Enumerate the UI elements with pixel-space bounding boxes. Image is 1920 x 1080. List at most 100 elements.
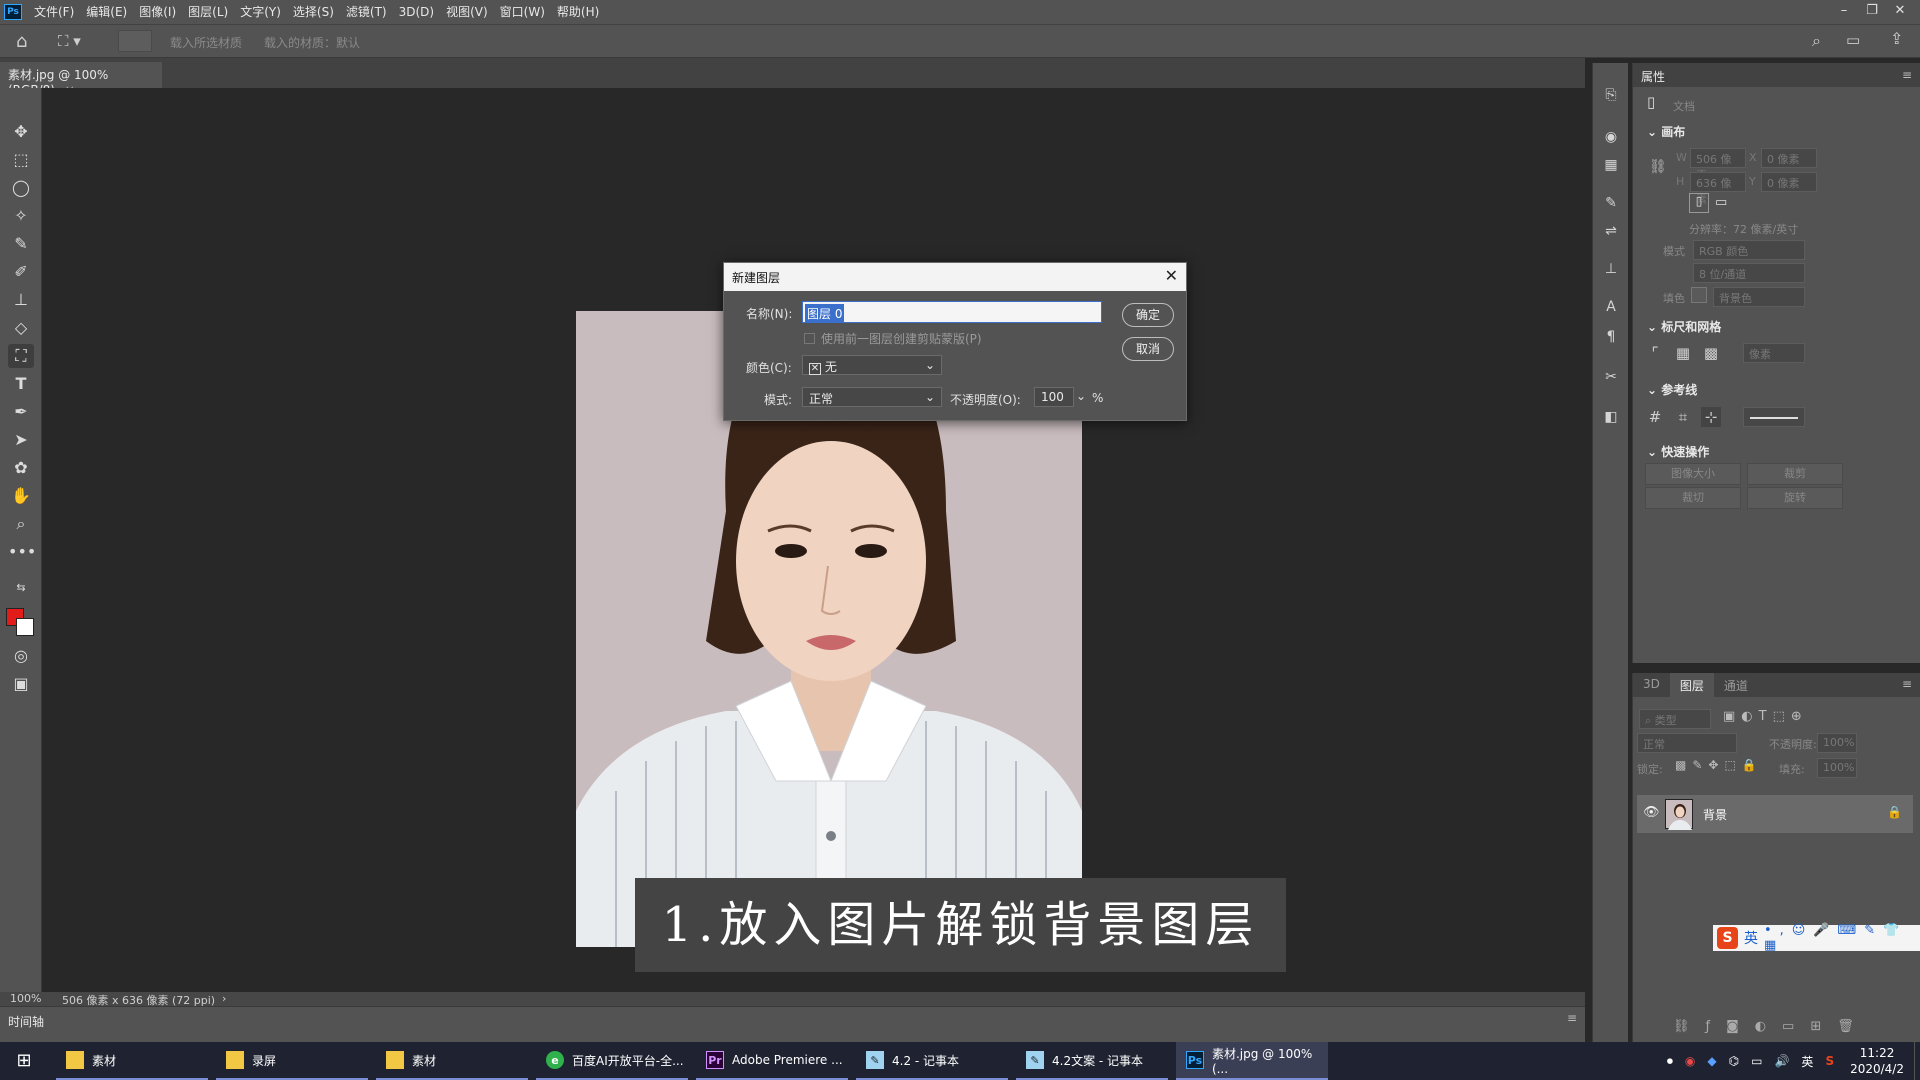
crop-button[interactable]: 裁剪 (1747, 463, 1843, 485)
restore-icon[interactable]: ❐ (1858, 0, 1886, 24)
tab-channels[interactable]: 通道 (1714, 673, 1758, 697)
landscape-orientation-icon[interactable]: ▭ (1715, 195, 1727, 210)
eraser-tool-icon[interactable]: ◇ (8, 316, 34, 340)
adjustments-icon[interactable]: ⇌ (1599, 219, 1623, 243)
layer-bottom-icons[interactable]: ⛓ƒ◙◐▭⊞🗑 (1673, 1019, 1870, 1034)
ruler-icon[interactable]: ⌜ (1645, 343, 1665, 363)
y-field[interactable]: 0 像素 (1761, 172, 1817, 192)
sogou-tray-icon[interactable]: S (1825, 1054, 1834, 1068)
lock-icons[interactable]: ▩✎✥⬚🔒 (1675, 758, 1763, 772)
trim-button[interactable]: 裁切 (1645, 487, 1741, 509)
taskbar-item-browser[interactable]: e 百度AI开放平台-全... (536, 1042, 688, 1080)
menu-3d[interactable]: 3D(D) (393, 0, 440, 24)
swap-colors-icon[interactable]: ⇆ (8, 576, 34, 600)
rotate-button[interactable]: 旋转 (1747, 487, 1843, 509)
opacity-field[interactable]: 100% (1817, 733, 1857, 753)
path-select-tool-icon[interactable]: ➤ (8, 428, 34, 452)
x-field[interactable]: 0 像素 (1761, 148, 1817, 168)
menu-view[interactable]: 视图(V) (440, 0, 494, 24)
record-icon[interactable]: ⏺ (1667, 1054, 1673, 1069)
3d-icon[interactable]: ◉ (1599, 125, 1623, 149)
taskbar-item-notepad-1[interactable]: ✎ 4.2 - 记事本 (856, 1042, 1008, 1080)
screen-mode-icon[interactable]: ▣ (8, 672, 34, 696)
menu-help[interactable]: 帮助(H) (551, 0, 605, 24)
height-field[interactable]: 636 像素 (1690, 172, 1746, 206)
quick-actions-title[interactable]: ⌄ 快速操作 (1647, 443, 1709, 460)
tools-icon[interactable]: ✂ (1599, 365, 1623, 389)
menu-type[interactable]: 文字(Y) (234, 0, 287, 24)
color-select[interactable]: ✕ 无 ⌄ (802, 355, 942, 375)
width-field[interactable]: 506 像素 (1690, 148, 1746, 182)
move-tool-icon[interactable]: ✥ (8, 120, 34, 144)
zoom-level[interactable]: 100% (10, 992, 41, 1005)
display-icon[interactable]: ▭ (1751, 1054, 1762, 1068)
tab-3d[interactable]: 3D (1633, 673, 1670, 697)
table-icon[interactable]: ▦ (1599, 153, 1623, 177)
app-tray-icon[interactable]: ◉ (1685, 1054, 1695, 1068)
menu-filter[interactable]: 滤镜(T) (340, 0, 393, 24)
taskbar-item-folder-1[interactable]: 素材 (56, 1042, 208, 1080)
ok-button[interactable]: 确定 (1122, 303, 1174, 327)
menu-layer[interactable]: 图层(L) (182, 0, 234, 24)
taskbar-item-folder-2[interactable]: 录屏 (216, 1042, 368, 1080)
zoom-tool-icon[interactable]: ⌕ (8, 512, 34, 536)
eyedropper-tool-icon[interactable]: ✎ (8, 232, 34, 256)
stamp-tool-icon[interactable]: ⊥ (8, 288, 34, 312)
guide-line-style[interactable] (1743, 407, 1805, 427)
grid-icon[interactable]: ▦ (1673, 343, 1693, 363)
material-swatch[interactable] (118, 30, 152, 52)
bit-depth-select[interactable]: 8 位/通道 (1693, 263, 1805, 283)
background-color-swatch[interactable] (16, 618, 34, 636)
hand-tool-icon[interactable]: ✋ (8, 484, 34, 508)
guides-section-title[interactable]: ⌄ 参考线 (1647, 381, 1697, 398)
timeline-label[interactable]: 时间轴 (8, 1013, 44, 1030)
layer-row-background[interactable]: 👁 背景 🔒 (1637, 795, 1913, 833)
visibility-eye-icon[interactable]: 👁 (1643, 805, 1660, 820)
shape-tool-icon[interactable]: ✿ (8, 456, 34, 480)
timeline-menu-icon[interactable]: ≡ (1567, 1011, 1577, 1025)
taskbar-item-premiere[interactable]: Pr Adobe Premiere ... (696, 1042, 848, 1080)
marquee-tool-icon[interactable]: ⬚ (8, 148, 34, 172)
home-icon[interactable]: ⌂ (16, 31, 27, 52)
layer-filter-select[interactable]: ⌕ 类型 (1639, 709, 1711, 729)
fill-swatch[interactable] (1691, 287, 1707, 303)
network-icon[interactable]: ⌬ (1729, 1054, 1739, 1068)
search-icon[interactable]: ⌕ (1812, 31, 1821, 51)
shield-icon[interactable]: ◆ (1707, 1054, 1716, 1068)
type-tool-icon[interactable]: T (8, 372, 34, 396)
layers-menu-icon[interactable]: ≡ (1894, 673, 1920, 697)
menu-edit[interactable]: 编辑(E) (80, 0, 133, 24)
clock[interactable]: 11:22 2020/4/2 (1840, 1045, 1914, 1077)
fill-select[interactable]: 背景色 (1713, 287, 1805, 307)
windows-start-icon[interactable]: ⊞ (0, 1042, 48, 1080)
properties-title[interactable]: 属性 (1641, 70, 1665, 84)
workspace-icon[interactable]: ▭ (1846, 31, 1860, 49)
pixel-grid-icon[interactable]: ▩ (1701, 343, 1721, 363)
panel-menu-icon[interactable]: ≡ (1902, 68, 1912, 82)
smart-guides-icon[interactable]: ⊹ (1701, 407, 1721, 427)
dialog-close-icon[interactable]: ✕ (1165, 266, 1178, 285)
cancel-button[interactable]: 取消 (1122, 337, 1174, 361)
paragraph-icon[interactable]: ¶ (1599, 325, 1623, 349)
portrait-orientation-icon[interactable]: ▯ (1689, 193, 1709, 213)
image-size-button[interactable]: 图像大小 (1645, 463, 1741, 485)
show-desktop-button[interactable] (1914, 1042, 1920, 1080)
fill-field[interactable]: 100% (1817, 758, 1857, 778)
opacity-input-dialog[interactable]: 100 (1034, 387, 1074, 407)
pen-tool-icon[interactable]: ✒ (8, 400, 34, 424)
brush-tool-icon[interactable]: ✐ (8, 260, 34, 284)
menu-file[interactable]: 文件(F) (28, 0, 80, 24)
taskbar-item-photoshop[interactable]: Ps 素材.jpg @ 100%(... (1176, 1042, 1328, 1080)
menu-image[interactable]: 图像(I) (133, 0, 182, 24)
canvas-area[interactable] (42, 88, 1572, 992)
clip-mask-checkbox[interactable] (804, 333, 815, 344)
canvas-section-title[interactable]: ⌄ 画布 (1647, 123, 1685, 140)
layer-name-input[interactable]: 图层 0 (802, 301, 1102, 323)
mode-select-dialog[interactable]: 正常 ⌄ (802, 387, 942, 407)
taskbar-item-notepad-2[interactable]: ✎ 4.2文案 - 记事本 (1016, 1042, 1168, 1080)
character-icon[interactable]: A (1599, 295, 1623, 319)
guides-grid-icon[interactable]: ⌗ (1673, 407, 1693, 427)
volume-icon[interactable]: 🔊 (1774, 1054, 1789, 1068)
magic-wand-tool-icon[interactable]: ✧ (8, 204, 34, 228)
input-language[interactable]: 英 (1801, 1053, 1813, 1070)
